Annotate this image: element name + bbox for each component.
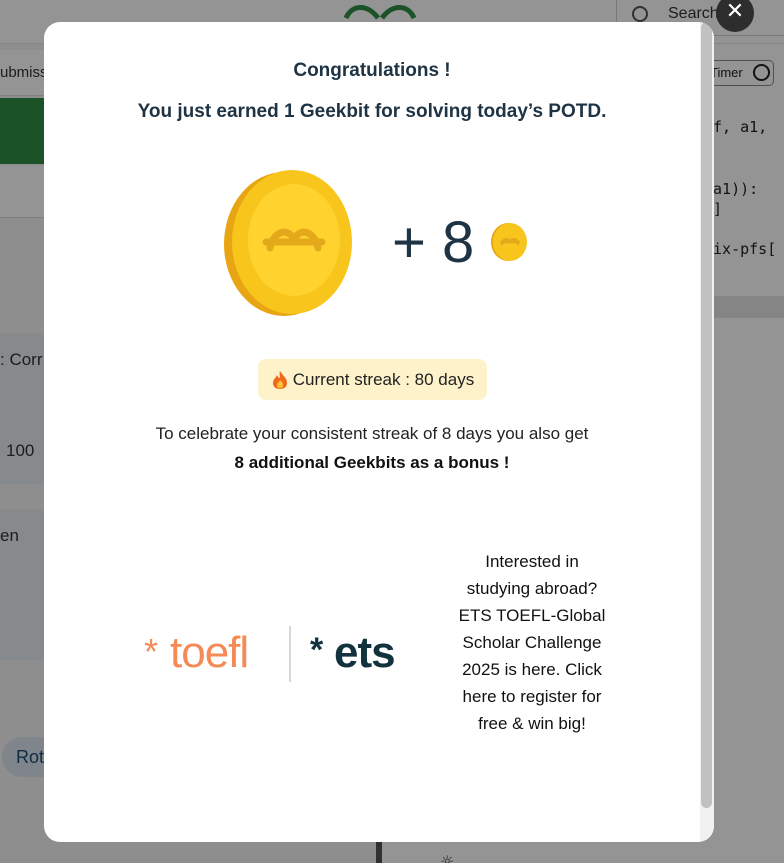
celebrate-text: To celebrate your consistent streak of 8… — [155, 424, 589, 443]
ets-logo-text: ets — [334, 628, 396, 677]
bonus-amount: + 8 — [392, 210, 475, 275]
promo-link[interactable]: Interested in studying abroad? ETS TOEFL… — [452, 548, 612, 737]
modal-scrollbar[interactable] — [700, 22, 714, 842]
coin-icon — [224, 170, 352, 316]
modal-subtitle: You just earned 1 Geekbit for solving to… — [137, 101, 607, 122]
streak-badge: Current streak : 80 days — [258, 359, 487, 400]
logo-divider — [289, 626, 291, 682]
coin-icon — [491, 223, 527, 261]
fire-icon — [272, 370, 287, 389]
toefl-ets-logo[interactable]: * toefl * ets — [144, 622, 400, 686]
bonus-text: 8 additional Geekbits as a bonus ! — [234, 453, 510, 472]
geekbit-reward-modal: Congratulations ! You just earned 1 Geek… — [44, 22, 714, 842]
modal-title: Congratulations ! — [293, 60, 451, 81]
toefl-logo-text: toefl — [170, 628, 249, 677]
ets-asterisk-icon: * — [310, 631, 324, 669]
toefl-asterisk-icon: * — [144, 631, 159, 672]
modal-scrollbar-thumb[interactable] — [701, 22, 712, 808]
streak-label: Current streak : 80 days — [292, 369, 475, 389]
